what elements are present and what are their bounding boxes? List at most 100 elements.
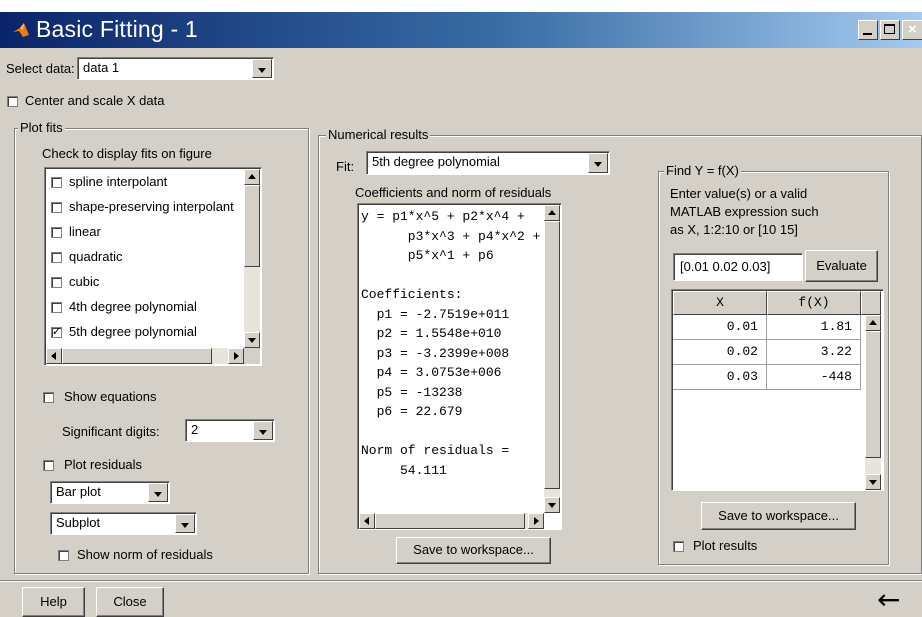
x-values-input-value: [0.01 0.02 0.03]	[680, 259, 771, 274]
scroll-down-icon[interactable]	[544, 497, 560, 513]
minimize-icon	[863, 33, 872, 35]
coefficient-text-line: p5 = -13238	[361, 384, 463, 400]
scroll-right-icon[interactable]	[228, 348, 244, 364]
table-vertical-scrollbar[interactable]	[865, 315, 881, 490]
residual-location-value: Subplot	[56, 515, 101, 530]
fit-item-checkbox[interactable]	[51, 302, 62, 313]
plot-residuals-checkbox[interactable]	[43, 460, 54, 471]
help-button[interactable]: Help	[22, 587, 85, 617]
fit-value: 5th degree polynomial	[372, 154, 500, 169]
select-data-value: data 1	[83, 60, 120, 75]
table-cell-x[interactable]: 0.01	[673, 315, 767, 340]
coefficient-text-line: p3 = -3.2399e+008	[361, 345, 510, 361]
close-window-button[interactable]: ×	[902, 20, 922, 40]
fit-item-checkbox[interactable]	[51, 177, 62, 188]
table-cell-x[interactable]: 0.02	[673, 340, 767, 365]
table-cell-x[interactable]: 0.03	[673, 365, 767, 390]
evaluate-button[interactable]: Evaluate	[805, 250, 878, 282]
show-norm-label: Show norm of residuals	[77, 547, 213, 562]
scroll-left-icon[interactable]	[46, 348, 62, 364]
fit-item-checkbox[interactable]	[51, 202, 62, 213]
plot-residuals-label: Plot residuals	[64, 457, 143, 472]
fit-dropdown[interactable]: 5th degree polynomial	[366, 151, 610, 175]
scroll-right-icon[interactable]	[528, 513, 544, 529]
table-header-x[interactable]: X	[673, 291, 767, 315]
x-values-input[interactable]: [0.01 0.02 0.03]	[673, 253, 803, 281]
select-data-label: Select data:	[6, 61, 75, 76]
show-equations-checkbox[interactable]	[43, 392, 54, 403]
significant-digits-dropdown[interactable]: 2	[185, 419, 275, 442]
scroll-corner	[244, 348, 260, 364]
fit-item[interactable]: linear	[45, 222, 241, 244]
maximize-button[interactable]	[880, 20, 900, 40]
coefficient-text-line: p6 = 22.679	[361, 404, 463, 419]
title-bar[interactable]: Basic Fitting - 1 ×	[0, 12, 922, 48]
scroll-thumb[interactable]	[244, 185, 260, 267]
fit-item[interactable]: 4th degree polynomial	[45, 297, 241, 319]
find-y-instruction-2: MATLAB expression such	[670, 204, 819, 219]
center-scale-checkbox[interactable]	[7, 96, 18, 107]
arrow-left-icon[interactable]: ←	[877, 583, 900, 616]
fits-listbox[interactable]: spline interpolant shape-preserving inter…	[44, 167, 262, 366]
fit-item-checkbox[interactable]: ✓	[51, 327, 62, 338]
find-y-instruction-1: Enter value(s) or a valid	[670, 186, 808, 201]
find-y-title: Find Y = f(X)	[664, 163, 741, 178]
coef-hscroll-thumb[interactable]	[375, 513, 525, 529]
fit-item[interactable]: ✓ 5th degree polynomial	[45, 322, 241, 344]
significant-digits-value: 2	[191, 422, 199, 437]
table-scroll-thumb[interactable]	[865, 331, 881, 458]
coefficient-text-line: p5*x^1 + p6	[361, 248, 494, 263]
table-header-fx[interactable]: f(X)	[767, 291, 861, 315]
fits-vertical-scrollbar[interactable]	[244, 169, 260, 348]
minimize-button[interactable]	[858, 20, 878, 40]
coefficient-text-line: 54.111	[361, 462, 447, 478]
fit-item[interactable]: shape-preserving interpolant	[45, 197, 241, 219]
coef-scroll-thumb[interactable]	[544, 221, 560, 489]
chevron-down-icon[interactable]	[588, 153, 608, 173]
coef-horizontal-scrollbar[interactable]	[359, 513, 544, 529]
fit-item[interactable]: cubic	[45, 272, 241, 294]
fit-item-label: 5th degree polynomial	[69, 324, 197, 339]
fit-item[interactable]: quadratic	[45, 247, 241, 269]
show-norm-checkbox[interactable]	[58, 550, 69, 561]
table-cell-fx[interactable]: 3.22	[767, 340, 861, 365]
scroll-up-icon[interactable]	[865, 315, 881, 331]
close-button[interactable]: Close	[96, 587, 164, 617]
coefficient-text-line: Coefficients:	[361, 287, 463, 302]
scroll-down-icon[interactable]	[865, 474, 881, 490]
chevron-down-icon[interactable]	[252, 59, 272, 78]
scroll-up-icon[interactable]	[544, 205, 560, 221]
fit-item-label: spline interpolant	[69, 174, 168, 189]
table-cell-fx[interactable]: 1.81	[767, 315, 861, 340]
fit-item[interactable]: spline interpolant	[45, 172, 241, 194]
table-cell-fx[interactable]: -448	[767, 365, 861, 390]
coef-vertical-scrollbar[interactable]	[544, 205, 560, 513]
results-table[interactable]: X f(X) 0.01 1.81 0.02 3.22 0.03 -448	[671, 289, 884, 491]
matlab-icon	[13, 23, 29, 37]
window-title: Basic Fitting - 1	[36, 16, 198, 42]
plot-results-checkbox[interactable]	[673, 541, 684, 552]
basic-fitting-window: Basic Fitting - 1 × Select data: data 1 …	[0, 0, 922, 617]
fits-horizontal-scrollbar[interactable]	[46, 348, 244, 364]
fit-item-checkbox[interactable]	[51, 277, 62, 288]
residual-plot-type-dropdown[interactable]: Bar plot	[50, 481, 170, 504]
save-results-button[interactable]: Save to workspace...	[701, 502, 856, 530]
save-coefficients-button[interactable]: Save to workspace...	[396, 537, 551, 564]
chevron-down-icon[interactable]	[253, 421, 273, 440]
plot-fits-instruction: Check to display fits on figure	[42, 146, 212, 161]
residual-location-dropdown[interactable]: Subplot	[50, 512, 197, 535]
fit-item-checkbox[interactable]	[51, 252, 62, 263]
coefficients-textbox[interactable]: y = p1*x^5 + p2*x^4 + p3*x^3 + p4*x^2 + …	[357, 203, 562, 530]
chevron-down-icon[interactable]	[148, 483, 168, 502]
chevron-down-icon[interactable]	[175, 514, 195, 533]
fit-item-label: cubic	[69, 274, 100, 289]
find-y-instruction-3: as X, 1:2:10 or [10 15]	[670, 222, 798, 237]
select-data-dropdown[interactable]: data 1	[77, 57, 274, 80]
maximize-icon	[884, 24, 895, 34]
scroll-left-icon[interactable]	[359, 513, 375, 529]
hscroll-thumb[interactable]	[62, 348, 212, 364]
scroll-up-icon[interactable]	[244, 169, 260, 185]
scroll-down-icon[interactable]	[244, 332, 260, 348]
fit-item-checkbox[interactable]	[51, 227, 62, 238]
show-equations-label: Show equations	[64, 389, 157, 404]
